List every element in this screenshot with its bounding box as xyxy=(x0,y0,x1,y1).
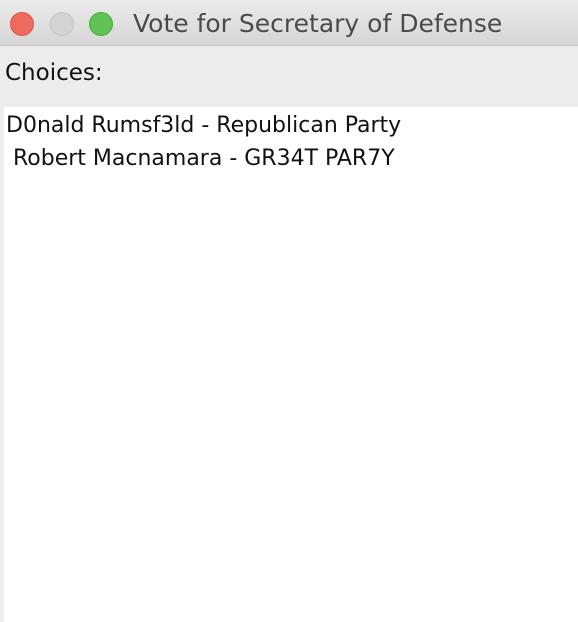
choices-label: Choices: xyxy=(5,60,103,86)
zoom-window-button[interactable] xyxy=(89,12,113,36)
choice-item-rumsfeld[interactable]: D0nald Rumsf3ld - Republican Party xyxy=(6,111,401,141)
choices-list[interactable]: D0nald Rumsf3ld - Republican Party Rober… xyxy=(4,107,578,622)
vote-window: Vote for Secretary of Defense Choices: D… xyxy=(0,0,578,622)
window-title: Vote for Secretary of Defense xyxy=(133,9,503,38)
close-window-button[interactable] xyxy=(10,12,34,36)
choice-item-macnamara[interactable]: Robert Macnamara - GR34T PAR7Y xyxy=(6,144,395,174)
title-bar[interactable]: Vote for Secretary of Defense xyxy=(0,0,578,46)
minimize-window-button[interactable] xyxy=(50,12,74,36)
